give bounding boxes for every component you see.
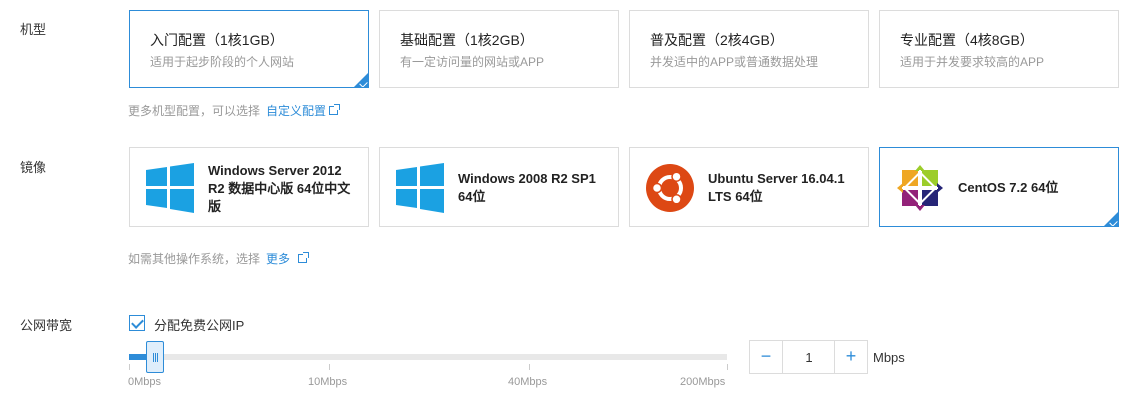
spec-card-entry[interactable]: 入门配置（1核1GB） 适用于起步阶段的个人网站 <box>129 10 369 88</box>
custom-config-link[interactable]: 自定义配置 <box>266 104 341 118</box>
bandwidth-label: 公网带宽 <box>20 318 73 333</box>
bandwidth-input[interactable] <box>783 341 835 373</box>
windows-icon <box>146 163 194 213</box>
bandwidth-stepper[interactable]: − + <box>749 340 868 374</box>
slider-tick-label: 40Mbps <box>508 376 548 388</box>
spec-desc: 适用于并发要求较高的APP <box>900 55 1045 69</box>
spec-desc: 并发适中的APP或普通数据处理 <box>650 55 819 69</box>
image-card-win2012[interactable]: Windows Server 2012 R2 数据中心版 64位中文版 <box>129 147 369 227</box>
more-os-link-label: 更多 <box>266 252 291 266</box>
spec-hint: 更多机型配置，可以选择 自定义配置 <box>128 102 341 119</box>
spec-title: 入门配置（1核1GB） <box>150 32 284 48</box>
spec-desc: 有一定访问量的网站或APP <box>400 55 545 69</box>
spec-card-pro[interactable]: 专业配置（4核8GB） 适用于并发要求较高的APP <box>879 10 1119 88</box>
slider-tick-label: 10Mbps <box>308 376 348 388</box>
image-title: CentOS 7.2 64位 <box>958 180 1059 195</box>
spec-hint-text: 更多机型配置，可以选择 <box>128 104 261 118</box>
free-ip-label: 分配免费公网IP <box>154 318 245 333</box>
image-title: Windows Server 2012 R2 数据中心版 64位中文版 <box>208 163 351 214</box>
image-label: 镜像 <box>20 160 47 175</box>
spec-card-popular[interactable]: 普及配置（2核4GB） 并发适中的APP或普通数据处理 <box>629 10 869 88</box>
image-title: Windows 2008 R2 SP1 64位 <box>458 171 596 204</box>
image-hint: 如需其他操作系统，选择 更多 <box>128 250 310 267</box>
slider-tick-label: 0Mbps <box>128 376 162 388</box>
custom-config-link-label: 自定义配置 <box>266 104 327 118</box>
free-ip-checkbox[interactable] <box>129 315 145 331</box>
spec-card-basic[interactable]: 基础配置（1核2GB） 有一定访问量的网站或APP <box>379 10 619 88</box>
ubuntu-icon <box>646 164 694 212</box>
image-title: Ubuntu Server 16.04.1 LTS 64位 <box>708 171 845 204</box>
spec-title: 普及配置（2核4GB） <box>650 32 784 48</box>
external-link-icon <box>298 252 310 263</box>
spec-title: 基础配置（1核2GB） <box>400 32 534 48</box>
external-link-icon <box>329 104 341 115</box>
image-card-centos[interactable]: CentOS 7.2 64位 <box>879 147 1119 227</box>
slider-tick <box>329 364 330 370</box>
slider-tick <box>529 364 530 370</box>
slider-tick <box>129 364 130 370</box>
spec-desc: 适用于起步阶段的个人网站 <box>150 55 295 69</box>
centos-icon <box>897 165 943 211</box>
windows-icon <box>396 163 444 213</box>
bandwidth-slider-handle[interactable] <box>146 341 164 373</box>
slider-tick <box>727 364 728 370</box>
spec-title: 专业配置（4核8GB） <box>900 32 1034 48</box>
slider-tick-label: 200Mbps <box>680 376 726 388</box>
model-label: 机型 <box>20 22 47 37</box>
image-hint-text: 如需其他操作系统，选择 <box>128 252 261 266</box>
image-card-ubuntu[interactable]: Ubuntu Server 16.04.1 LTS 64位 <box>629 147 869 227</box>
decrement-button[interactable]: − <box>750 341 783 373</box>
bandwidth-slider-track[interactable] <box>129 354 727 360</box>
image-card-win2008[interactable]: Windows 2008 R2 SP1 64位 <box>379 147 619 227</box>
increment-button[interactable]: + <box>834 341 867 373</box>
more-os-link[interactable]: 更多 <box>266 252 310 266</box>
bandwidth-unit: Mbps <box>873 350 905 365</box>
